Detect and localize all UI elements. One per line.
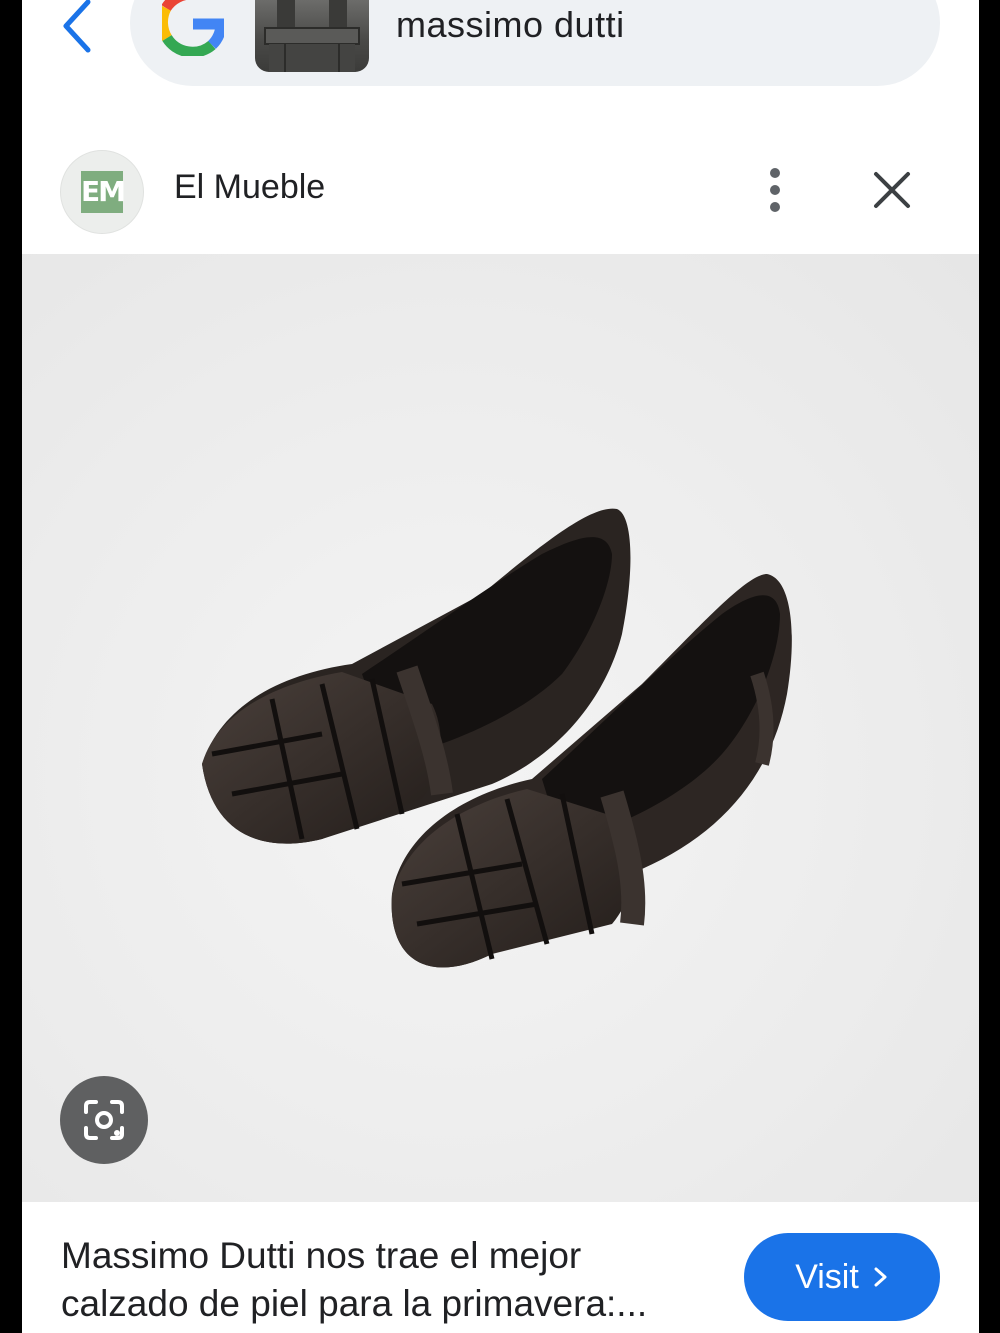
visit-label: Visit [795, 1257, 859, 1296]
result-caption[interactable]: Massimo Dutti nos trae el mejor calzado … [61, 1232, 721, 1328]
source-logo: EM [60, 150, 144, 234]
source-name: El Mueble [174, 168, 326, 206]
back-chevron-icon[interactable] [58, 0, 98, 60]
lens-search-button[interactable] [60, 1076, 148, 1164]
screen: massimo dutti EM El Mueble Massimo Dutti… [22, 0, 979, 1333]
google-g-icon [156, 0, 227, 58]
caption-line-2: calzado de piel para la primavera:... [61, 1283, 648, 1324]
result-image[interactable] [22, 254, 979, 1202]
search-query-text[interactable]: massimo dutti [396, 4, 625, 46]
close-icon[interactable] [870, 168, 914, 212]
lens-search-icon [84, 1100, 124, 1140]
more-vert-icon[interactable] [755, 165, 795, 215]
visit-button[interactable]: Visit [744, 1233, 940, 1321]
chevron-right-icon [874, 1267, 887, 1287]
shoes-illustration [202, 508, 792, 968]
search-image-thumbnail[interactable] [255, 0, 369, 72]
caption-line-1: Massimo Dutti nos trae el mejor [61, 1235, 582, 1276]
source-logo-text: EM [81, 171, 126, 213]
